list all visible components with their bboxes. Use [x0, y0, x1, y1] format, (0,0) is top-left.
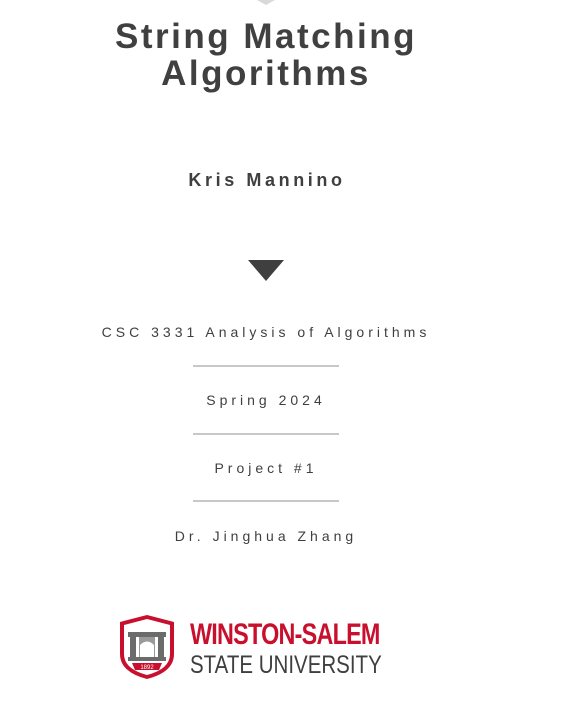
down-triangle-icon: [248, 260, 284, 281]
university-seal-icon: 1892: [120, 615, 174, 679]
svg-text:1892: 1892: [140, 665, 154, 671]
author-name: Kris Mannino: [188, 170, 346, 190]
project-number: Project #1: [214, 460, 318, 476]
title-line-1: String Matching: [115, 17, 417, 56]
university-logo: 1892 WINSTON-SALEM STATE UNIVERSITY: [118, 614, 418, 680]
instructor-name: Dr. Jinghua Zhang: [174, 528, 358, 544]
divider: [193, 433, 339, 435]
title-line-2: Algorithms: [161, 54, 371, 93]
term: Spring 2024: [206, 392, 326, 408]
divider: [193, 500, 339, 502]
logo-text-line-2: STATE UNIVERSITY: [190, 651, 382, 679]
logo-text-line-1: WINSTON-SALEM: [190, 618, 380, 651]
course-name: CSC 3331 Analysis of Algorithms: [101, 324, 431, 340]
top-triangle-icon: [257, 0, 275, 5]
document-title: String Matching Algorithms: [0, 18, 532, 92]
divider: [193, 365, 339, 367]
